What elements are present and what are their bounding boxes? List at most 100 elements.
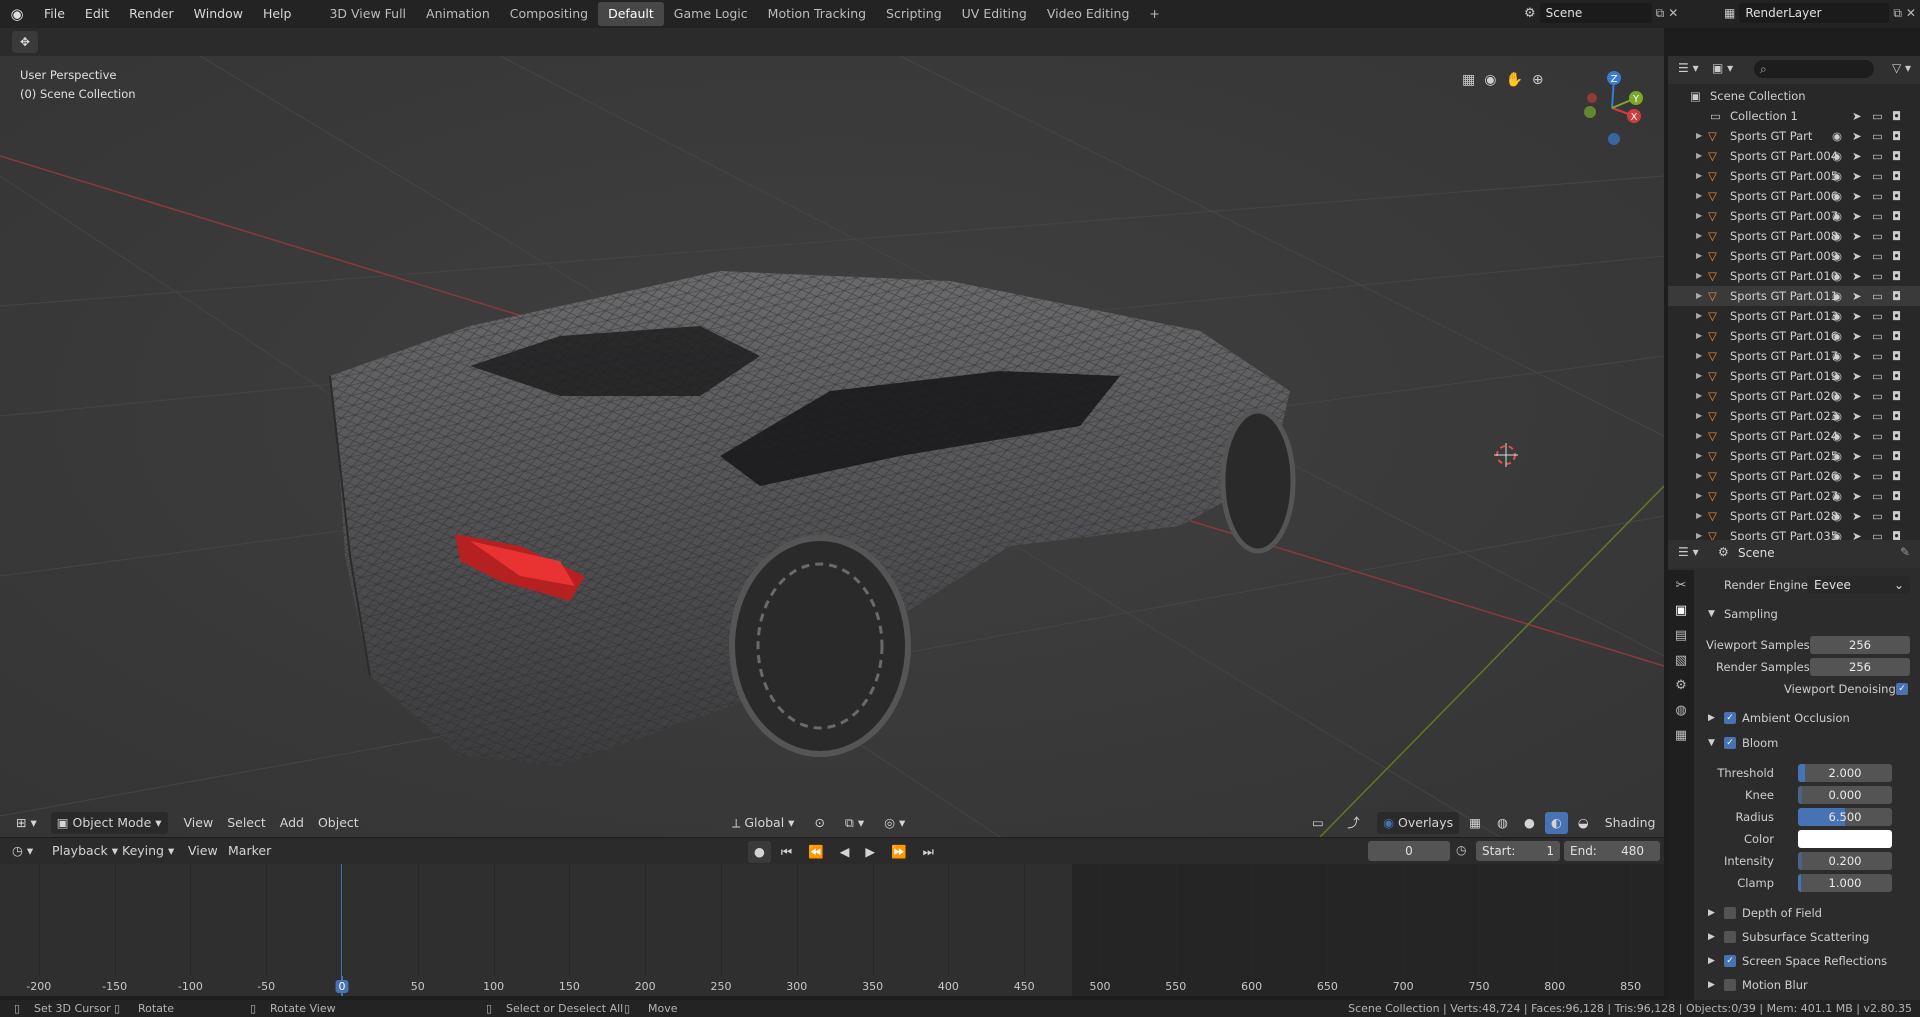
eye-icon[interactable]: ◉ — [1832, 386, 1842, 406]
render-toggle-icon[interactable]: ◘ — [1892, 346, 1901, 366]
menu-object[interactable]: Object — [312, 812, 365, 834]
select-toggle-icon[interactable]: ➤ — [1852, 426, 1862, 446]
outliner-item[interactable]: ▶ ▽ Sports GT Part.013 ◉ ➤ ▭ ◘ — [1668, 306, 1920, 326]
menu-timeline-view[interactable]: View — [182, 840, 224, 862]
select-toggle-icon[interactable]: ➤ — [1852, 526, 1862, 540]
viewport-toggle-icon[interactable]: ▭ — [1872, 486, 1883, 506]
scene-name-field[interactable]: Scene — [1539, 3, 1652, 23]
viewport-toggle-icon[interactable]: ▭ — [1872, 426, 1883, 446]
render-toggle-icon[interactable]: ◘ — [1892, 286, 1901, 306]
radius-slider[interactable]: 6.500 — [1798, 808, 1892, 826]
outliner-item[interactable]: ▶ ▽ Sports GT Part.019 ◉ ➤ ▭ ◘ — [1668, 366, 1920, 386]
shading-wireframe-icon[interactable]: ◍ — [1491, 812, 1514, 834]
render-toggle-icon[interactable]: ◘ — [1892, 446, 1901, 466]
select-toggle-icon[interactable]: ➤ — [1852, 246, 1862, 266]
outliner-item[interactable]: ▶ ▽ Sports GT Part.017 ◉ ➤ ▭ ◘ — [1668, 346, 1920, 366]
menu-render[interactable]: Render — [119, 0, 184, 28]
output-tab-icon[interactable]: ▤ — [1675, 628, 1687, 643]
outliner-item[interactable]: ▶ ▽ Sports GT Part ◉ ➤ ▭ ◘ — [1668, 126, 1920, 146]
camera-view-icon[interactable]: ◉ — [1484, 72, 1496, 88]
select-toggle-icon[interactable]: ➤ — [1852, 286, 1862, 306]
collection-select-icon[interactable]: ➤ — [1852, 106, 1862, 126]
viewport-toggle-icon[interactable]: ▭ — [1872, 326, 1883, 346]
eye-icon[interactable]: ◉ — [1832, 466, 1842, 486]
viewport-denoising-checkbox[interactable]: ✓ — [1896, 683, 1908, 695]
expand-arrow-icon[interactable]: ▶ — [1696, 186, 1702, 206]
tool-tab-icon[interactable]: ✂ — [1676, 578, 1687, 593]
grid-toggle-icon[interactable]: ▦ — [1462, 72, 1475, 88]
eye-icon[interactable]: ◉ — [1832, 186, 1842, 206]
expand-arrow-icon[interactable]: ▶ — [1696, 326, 1702, 346]
expand-arrow-icon[interactable]: ▶ — [1696, 166, 1702, 186]
play-icon[interactable]: ▶ — [859, 841, 881, 863]
intensity-slider[interactable]: 0.200 — [1798, 852, 1892, 870]
menu-marker[interactable]: Marker — [222, 840, 277, 862]
select-toggle-icon[interactable]: ➤ — [1852, 166, 1862, 186]
eye-icon[interactable]: ◉ — [1832, 426, 1842, 446]
editor-type-icon[interactable]: ⊞ ▾ — [10, 812, 43, 834]
render-toggle-icon[interactable]: ◘ — [1892, 186, 1901, 206]
expand-arrow-icon[interactable]: ▶ — [1696, 426, 1702, 446]
outliner-item[interactable]: ▶ ▽ Sports GT Part.025 ◉ ➤ ▭ ◘ — [1668, 446, 1920, 466]
screen-space-reflections-panel[interactable]: ▶ ✓ Screen Space Reflections — [1696, 950, 1920, 972]
bloom-checkbox[interactable]: ✓ — [1724, 737, 1736, 749]
eye-icon[interactable]: ◉ — [1832, 206, 1842, 226]
viewport-toggle-icon[interactable]: ▭ — [1872, 366, 1883, 386]
delete-scene-icon[interactable]: ✕ — [1668, 6, 1678, 20]
collection-viewport-icon[interactable]: ▭ — [1872, 106, 1883, 126]
transform-orientation[interactable]: ⟂ Global ▾ — [726, 812, 800, 834]
expand-arrow-icon[interactable]: ▶ — [1696, 206, 1702, 226]
outliner-item[interactable]: ▶ ▽ Sports GT Part.011 ◉ ➤ ▭ ◘ — [1668, 286, 1920, 306]
select-toggle-icon[interactable]: ➤ — [1852, 186, 1862, 206]
eye-icon[interactable]: ◉ — [1832, 366, 1842, 386]
play-reverse-icon[interactable]: ◀ — [834, 841, 856, 863]
expand-arrow-icon[interactable]: ▶ — [1696, 486, 1702, 506]
expand-arrow-icon[interactable]: ▶ — [1696, 386, 1702, 406]
texture-tab-icon[interactable]: ▦ — [1675, 728, 1687, 743]
eye-icon[interactable]: ◉ — [1832, 406, 1842, 426]
eye-icon[interactable]: ◉ — [1832, 126, 1842, 146]
pan-hand-icon[interactable]: ✋ — [1505, 72, 1522, 88]
outliner-item[interactable]: ▶ ▽ Sports GT Part.004 ◉ ➤ ▭ ◘ — [1668, 146, 1920, 166]
gizmo-neg-z-icon[interactable] — [1608, 133, 1620, 145]
render-engine-dropdown[interactable]: Eevee ⌄ — [1808, 576, 1910, 594]
shading-menu[interactable]: Shading ▾ — [1599, 812, 1664, 834]
render-toggle-icon[interactable]: ◘ — [1892, 506, 1901, 526]
mode-selector[interactable]: ▣ Object Mode ▾ — [50, 812, 168, 834]
pin-icon[interactable]: ✎ — [1900, 545, 1910, 559]
properties-type-icon[interactable]: ☰ ▾ — [1678, 545, 1699, 559]
menu-window[interactable]: Window — [184, 0, 253, 28]
render-toggle-icon[interactable]: ◘ — [1892, 366, 1901, 386]
menu-add[interactable]: Add — [274, 812, 310, 834]
select-toggle-icon[interactable]: ➤ — [1852, 206, 1862, 226]
timeline-area[interactable] — [0, 864, 1664, 996]
expand-arrow-icon[interactable]: ▶ — [1696, 526, 1702, 540]
tab-video-editing[interactable]: Video Editing — [1037, 2, 1140, 26]
viewport-toggle-icon[interactable]: ▭ — [1872, 446, 1883, 466]
eye-icon[interactable]: ◉ — [1832, 446, 1842, 466]
collection-render-icon[interactable]: ◘ — [1892, 106, 1901, 126]
outliner-item[interactable]: ▶ ▽ Sports GT Part.020 ◉ ➤ ▭ ◘ — [1668, 386, 1920, 406]
viewport-toggle-icon[interactable]: ▭ — [1872, 126, 1883, 146]
expand-arrow-icon[interactable]: ▶ — [1696, 366, 1702, 386]
subsurface-scattering-checkbox[interactable] — [1724, 931, 1736, 943]
eye-icon[interactable]: ◉ — [1832, 326, 1842, 346]
tab-compositing[interactable]: Compositing — [500, 2, 598, 26]
viewport-toggle-icon[interactable]: ▭ — [1872, 346, 1883, 366]
render-toggle-icon[interactable]: ◘ — [1892, 306, 1901, 326]
scene-tab-icon[interactable]: ⚙ — [1675, 678, 1687, 693]
eye-icon[interactable]: ◉ — [1832, 286, 1842, 306]
expand-arrow-icon[interactable]: ▶ — [1696, 346, 1702, 366]
motion-blur-panel[interactable]: ▶ Motion Blur — [1696, 974, 1920, 996]
render-tab-icon[interactable]: ▣ — [1675, 603, 1687, 618]
menu-keying[interactable]: Keying ▾ — [116, 840, 180, 862]
tab-motion-tracking[interactable]: Motion Tracking — [758, 2, 876, 26]
outliner-root[interactable]: ▣ Scene Collection — [1668, 86, 1920, 106]
outliner-type-icon[interactable]: ☰ ▾ — [1678, 61, 1699, 75]
render-toggle-icon[interactable]: ◘ — [1892, 266, 1901, 286]
select-toggle-icon[interactable]: ➤ — [1852, 466, 1862, 486]
eye-icon[interactable]: ◉ — [1832, 506, 1842, 526]
bloom-panel-header[interactable]: ▼ ✓ Bloom — [1696, 732, 1920, 754]
expand-arrow-icon[interactable]: ▶ — [1696, 286, 1702, 306]
timeline-editor-icon[interactable]: ◷ ▾ — [6, 840, 39, 862]
